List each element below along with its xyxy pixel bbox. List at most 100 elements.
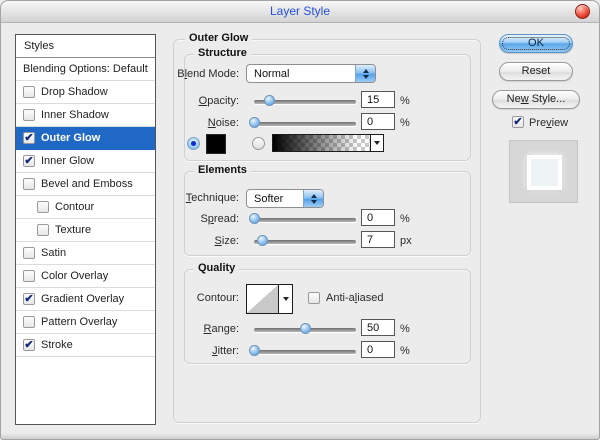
- sidebar-item-inner-shadow[interactable]: Inner Shadow: [16, 104, 155, 127]
- styles-list-rows: Blending Options: Default Drop Shadow Inne…: [16, 58, 155, 357]
- spread-label: Spread:: [171, 213, 239, 225]
- jitter-slider-thumb[interactable]: [249, 345, 260, 356]
- jitter-input[interactable]: [361, 341, 395, 358]
- size-unit: px: [400, 235, 412, 247]
- down-arrow-icon: [374, 141, 380, 145]
- sidebar-item-label: Pattern Overlay: [41, 316, 117, 328]
- jitter-slider[interactable]: [254, 350, 356, 354]
- anti-aliased-label: Anti-aliased: [326, 292, 384, 304]
- noise-slider-thumb[interactable]: [249, 117, 260, 128]
- solid-color-radio[interactable]: [187, 137, 200, 150]
- styles-list: Styles Blending Options: DefaultDrop Sha…: [15, 34, 156, 425]
- opacity-slider[interactable]: [254, 100, 356, 104]
- range-input[interactable]: [361, 319, 395, 336]
- range-slider[interactable]: [254, 328, 356, 332]
- gradient-radio[interactable]: [252, 137, 265, 150]
- anti-aliased-checkbox[interactable]: [308, 292, 320, 304]
- glow-color-swatch[interactable]: [206, 134, 226, 154]
- gradient-picker[interactable]: [272, 134, 384, 152]
- close-button[interactable]: [575, 4, 590, 19]
- sidebar-item-blending-options-default[interactable]: Blending Options: Default: [16, 58, 155, 81]
- elements-legend: Elements: [194, 164, 251, 176]
- noise-input[interactable]: [361, 113, 395, 130]
- noise-label: Noise:: [171, 117, 239, 129]
- dialog-bottom-edge: [1, 433, 599, 439]
- ok-button[interactable]: OK: [499, 34, 573, 53]
- style-checkbox[interactable]: ✔: [23, 293, 35, 305]
- range-slider-thumb[interactable]: [300, 323, 311, 334]
- sidebar-item-bevel-and-emboss[interactable]: Bevel and Emboss: [16, 173, 155, 196]
- sidebar-item-label: Color Overlay: [41, 270, 108, 282]
- sidebar-item-label: Blending Options: Default: [23, 63, 148, 75]
- style-checkbox[interactable]: [23, 316, 35, 328]
- blend-mode-label: Blend Mode:: [171, 68, 239, 80]
- style-checkbox[interactable]: ✔: [23, 339, 35, 351]
- style-preview-well: [509, 140, 578, 203]
- sidebar-item-label: Contour: [55, 201, 94, 213]
- style-checkbox[interactable]: [23, 109, 35, 121]
- size-input[interactable]: [361, 231, 395, 248]
- style-checkbox[interactable]: [23, 247, 35, 259]
- reset-button[interactable]: Reset: [499, 62, 573, 81]
- sidebar-item-contour[interactable]: Contour: [16, 196, 155, 219]
- dialog-title: Layer Style: [1, 1, 599, 22]
- opacity-label: Opacity:: [171, 95, 239, 107]
- sidebar-item-color-overlay[interactable]: Color Overlay: [16, 265, 155, 288]
- style-checkbox[interactable]: ✔: [23, 132, 35, 144]
- spread-slider-thumb[interactable]: [249, 213, 260, 224]
- page-title: Outer Glow: [185, 32, 252, 44]
- style-checkbox[interactable]: [23, 178, 35, 190]
- sidebar-item-stroke[interactable]: ✔ Stroke: [16, 334, 155, 357]
- opacity-input[interactable]: [361, 91, 395, 108]
- contour-label: Contour:: [171, 292, 239, 304]
- technique-value: Softer: [254, 192, 283, 206]
- preview-label: Preview: [529, 117, 568, 129]
- sidebar-item-label: Satin: [41, 247, 66, 259]
- preview-checkbox[interactable]: ✔: [512, 116, 524, 128]
- contour-thumbnail[interactable]: [246, 284, 279, 314]
- stepper-icon[interactable]: [355, 65, 375, 82]
- size-slider[interactable]: [254, 240, 356, 244]
- stepper-icon[interactable]: [303, 190, 323, 207]
- gradient-swatch[interactable]: [273, 135, 370, 151]
- style-checkbox[interactable]: ✔: [23, 155, 35, 167]
- noise-slider[interactable]: [254, 122, 356, 126]
- sidebar-item-label: Stroke: [41, 339, 73, 351]
- style-preview-swatch: [527, 155, 562, 190]
- gradient-dropdown-arrow[interactable]: [370, 135, 383, 151]
- structure-legend: Structure: [194, 47, 251, 59]
- layer-style-dialog: Layer Style Styles Blending Options: Def…: [0, 0, 600, 440]
- technique-select[interactable]: Softer: [246, 189, 324, 208]
- contour-dropdown-arrow[interactable]: [279, 284, 293, 314]
- sidebar-item-label: Texture: [55, 224, 91, 236]
- sidebar-item-label: Gradient Overlay: [41, 293, 124, 305]
- up-arrow-icon: [363, 69, 369, 73]
- sidebar-item-texture[interactable]: Texture: [16, 219, 155, 242]
- down-arrow-icon: [311, 200, 317, 204]
- spread-input[interactable]: [361, 209, 395, 226]
- range-unit: %: [400, 323, 410, 335]
- spread-slider[interactable]: [254, 218, 356, 222]
- sidebar-item-drop-shadow[interactable]: Drop Shadow: [16, 81, 155, 104]
- new-style-button[interactable]: New Style...: [492, 90, 580, 109]
- blend-mode-select[interactable]: Normal: [246, 64, 376, 83]
- title-bar[interactable]: Layer Style: [1, 1, 599, 23]
- noise-unit: %: [400, 117, 410, 129]
- blend-mode-value: Normal: [254, 67, 289, 81]
- range-label: Range:: [171, 323, 239, 335]
- style-checkbox[interactable]: [23, 86, 35, 98]
- sidebar-item-satin[interactable]: Satin: [16, 242, 155, 265]
- sidebar-item-label: Bevel and Emboss: [41, 178, 133, 190]
- sidebar-item-label: Drop Shadow: [41, 86, 108, 98]
- down-arrow-icon: [363, 75, 369, 79]
- sidebar-item-outer-glow[interactable]: ✔ Outer Glow: [16, 127, 155, 150]
- style-checkbox[interactable]: [37, 224, 49, 236]
- style-checkbox[interactable]: [23, 270, 35, 282]
- sidebar-item-pattern-overlay[interactable]: Pattern Overlay: [16, 311, 155, 334]
- sidebar-item-inner-glow[interactable]: ✔Inner Glow: [16, 150, 155, 173]
- sidebar-item-label: Outer Glow: [41, 132, 100, 144]
- quality-legend: Quality: [194, 262, 239, 274]
- technique-label: Technique:: [171, 192, 239, 204]
- sidebar-item-gradient-overlay[interactable]: ✔ Gradient Overlay: [16, 288, 155, 311]
- style-checkbox[interactable]: [37, 201, 49, 213]
